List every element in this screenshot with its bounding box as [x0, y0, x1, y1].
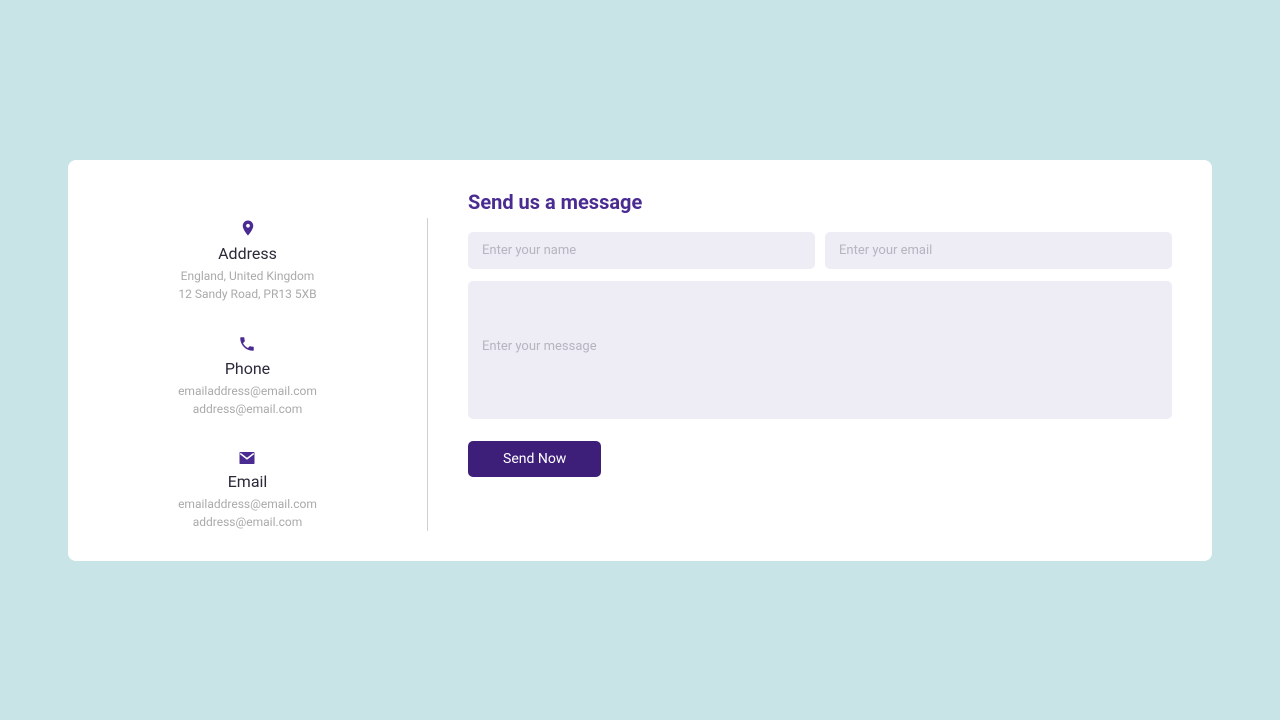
phone-line-2: address@email.com: [193, 400, 303, 418]
phone-line-1: emailaddress@email.com: [178, 382, 317, 400]
location-pin-icon: [239, 218, 257, 238]
address-line-2: 12 Sandy Road, PR13 5XB: [178, 285, 316, 303]
email-line-1: emailaddress@email.com: [178, 495, 317, 513]
address-line-1: England, United Kingdom: [181, 267, 315, 285]
message-input[interactable]: [468, 281, 1172, 419]
email-input[interactable]: [825, 232, 1172, 269]
email-title: Email: [228, 472, 268, 491]
phone-title: Phone: [225, 359, 270, 378]
phone-icon: [238, 335, 256, 353]
address-block: Address England, United Kingdom 12 Sandy…: [178, 218, 316, 303]
email-icon: [238, 450, 256, 466]
email-block: Email emailaddress@email.com address@ema…: [178, 450, 317, 531]
phone-block: Phone emailaddress@email.com address@ema…: [178, 335, 317, 418]
input-row: [468, 232, 1172, 269]
contact-card: Address England, United Kingdom 12 Sandy…: [68, 160, 1212, 561]
send-button[interactable]: Send Now: [468, 441, 601, 477]
form-section: Send us a message Send Now: [428, 190, 1172, 531]
contact-info-panel: Address England, United Kingdom 12 Sandy…: [88, 218, 428, 531]
email-line-2: address@email.com: [193, 513, 303, 531]
form-title: Send us a message: [468, 190, 1172, 214]
name-input[interactable]: [468, 232, 815, 269]
address-title: Address: [218, 244, 277, 263]
